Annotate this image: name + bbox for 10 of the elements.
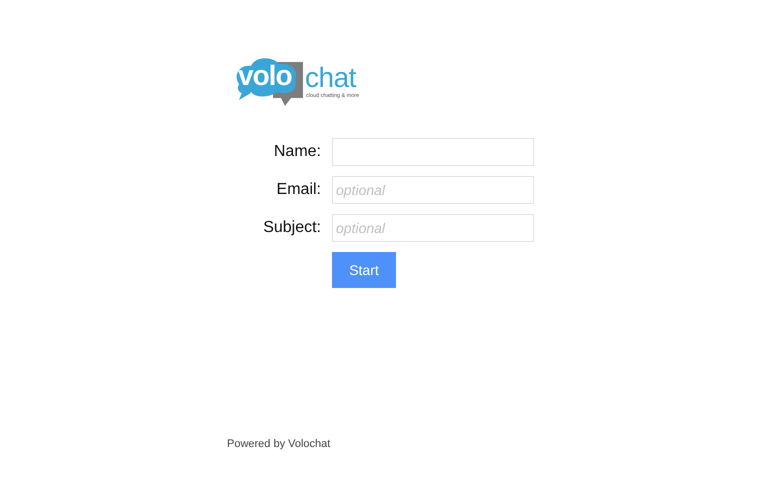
logo-wordmark: chat bbox=[305, 64, 356, 92]
footer-text: Powered by Volochat bbox=[227, 438, 330, 450]
logo-wordmark: volo bbox=[238, 62, 292, 90]
input-field[interactable]: optional bbox=[332, 176, 534, 204]
field-label: Name: bbox=[274, 143, 321, 161]
input-field[interactable]: optional bbox=[332, 214, 534, 242]
start-button[interactable]: Start bbox=[332, 252, 396, 288]
input-field[interactable] bbox=[332, 138, 534, 166]
field-label: Email: bbox=[276, 181, 321, 199]
field-label: Subject: bbox=[263, 219, 321, 237]
